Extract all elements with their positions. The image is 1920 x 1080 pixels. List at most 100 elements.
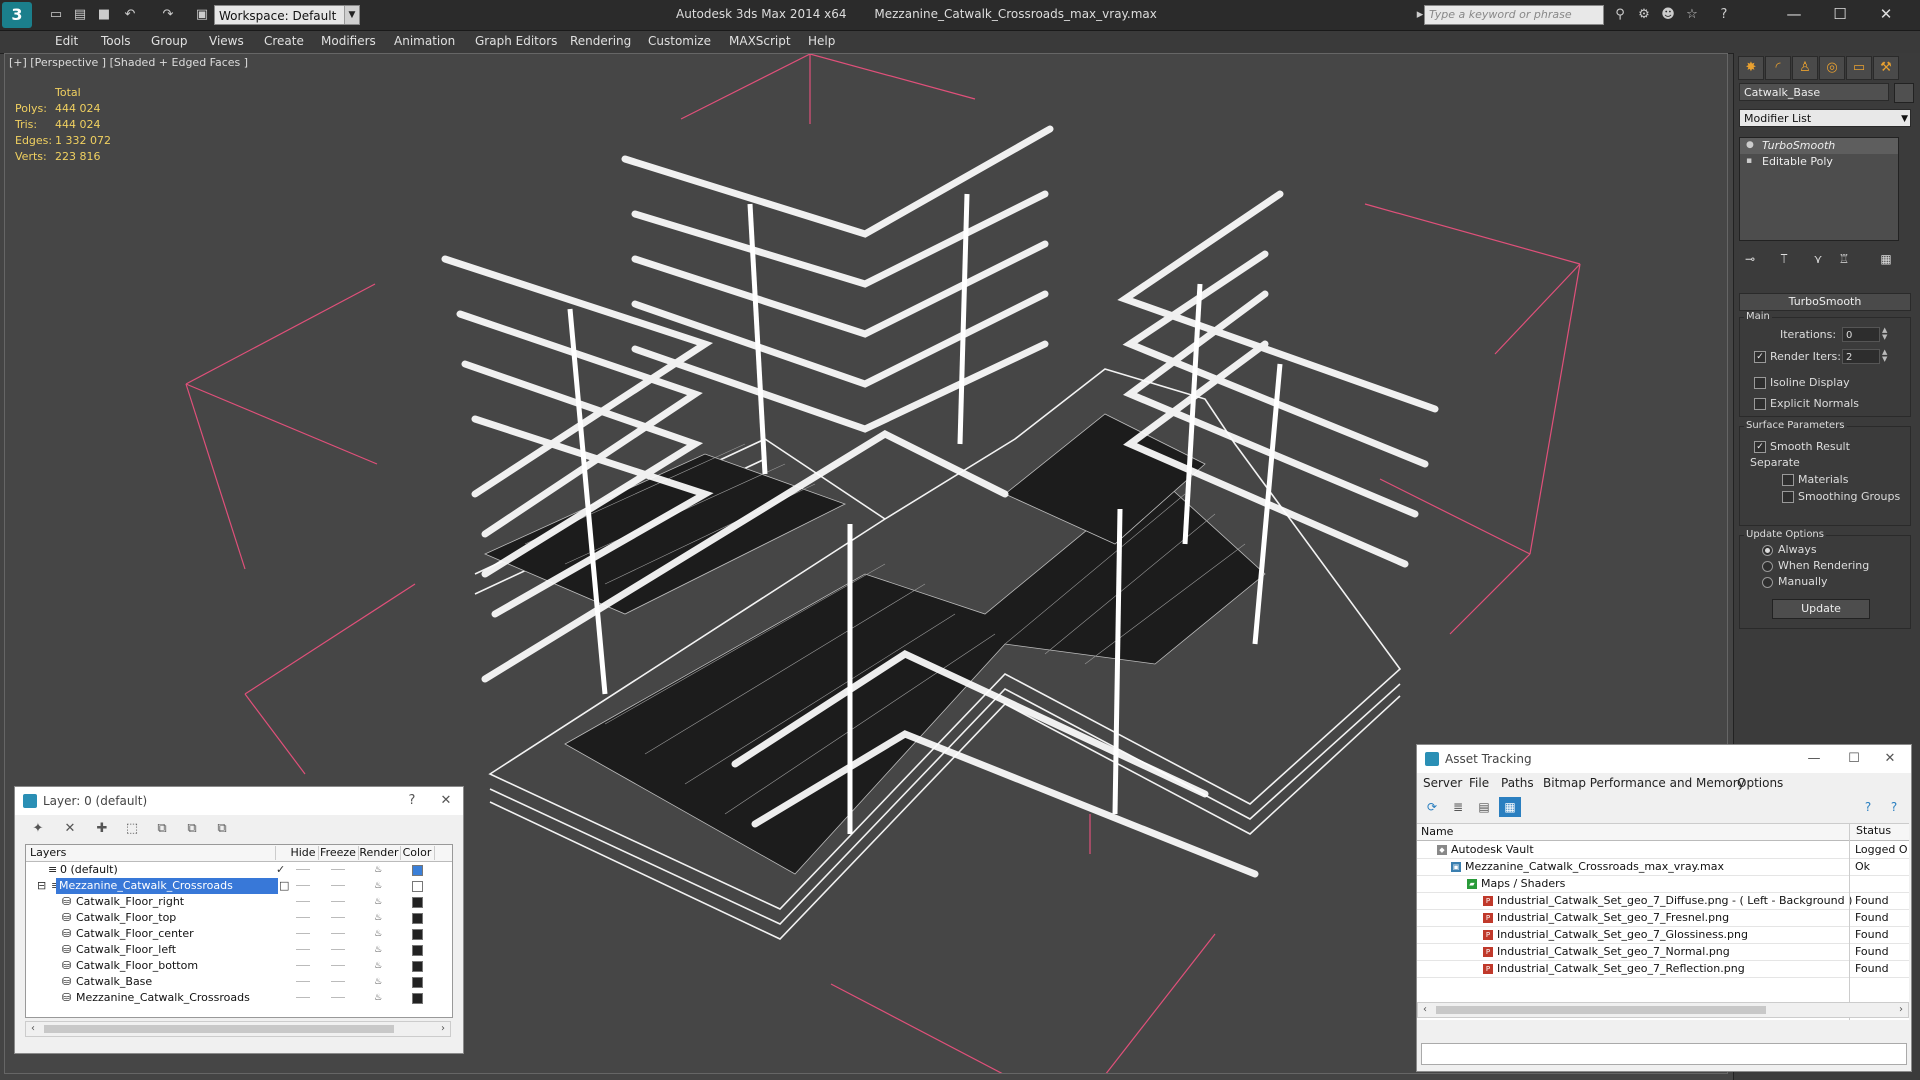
delete-layer-icon[interactable]: ✕ xyxy=(59,819,81,839)
asset-row[interactable]: P Industrial_Catwalk_Set_geo_7_Normal.pn… xyxy=(1417,943,1909,961)
asset-row[interactable]: P Industrial_Catwalk_Set_geo_7_Glossines… xyxy=(1417,926,1909,944)
menu-edit[interactable]: Edit xyxy=(55,34,78,48)
close-button[interactable]: ✕ xyxy=(1873,745,1907,773)
close-button[interactable]: ✕ xyxy=(1863,0,1909,30)
column-name[interactable]: Name xyxy=(1421,825,1453,838)
list-view-icon[interactable]: ≣ xyxy=(1447,797,1469,817)
active-layer-check-icon[interactable]: ✓ xyxy=(276,862,285,878)
column-freeze[interactable]: Freeze xyxy=(318,846,359,860)
settings-icon[interactable]: ? xyxy=(1883,797,1905,817)
object-color-swatch[interactable] xyxy=(412,897,423,908)
menu-customize[interactable]: Customize xyxy=(648,34,711,48)
layer-row[interactable]: ⛁ Mezzanine_Catwalk_Crossroads ♨ xyxy=(26,990,452,1006)
freeze-toggle[interactable] xyxy=(331,949,345,950)
render-teapot-icon[interactable]: ♨ xyxy=(374,977,384,987)
asset-row[interactable]: ▣ Mezzanine_Catwalk_Crossroads_max_vray.… xyxy=(1417,858,1909,876)
render-teapot-icon[interactable]: ♨ xyxy=(374,881,384,891)
asset-menu-server[interactable]: Server xyxy=(1423,776,1462,790)
scroll-left-icon[interactable]: ‹ xyxy=(26,1022,40,1036)
asset-path-field[interactable] xyxy=(1421,1043,1907,1065)
asset-row[interactable]: ◆ Autodesk Vault Logged O xyxy=(1417,841,1909,859)
render-teapot-icon[interactable]: ♨ xyxy=(374,929,384,939)
utilities-tab-icon[interactable]: ⚒ xyxy=(1873,56,1899,80)
detail-view-icon[interactable]: ▤ xyxy=(1473,797,1495,817)
redo-icon[interactable]: ↷ xyxy=(160,7,176,23)
layer-color-swatch[interactable] xyxy=(412,865,423,876)
hide-toggle[interactable] xyxy=(296,933,310,934)
maximize-button[interactable]: ☐ xyxy=(1817,0,1863,30)
column-render[interactable]: Render xyxy=(358,846,401,860)
menu-group[interactable]: Group xyxy=(151,34,188,48)
always-radio[interactable] xyxy=(1762,545,1773,556)
save-file-icon[interactable]: ■ xyxy=(96,7,112,23)
menu-create[interactable]: Create xyxy=(264,34,304,48)
lightbulb-icon[interactable]: ● xyxy=(1746,140,1756,150)
iterations-spinner[interactable]: 0 xyxy=(1842,327,1880,342)
add-to-layer-icon[interactable]: ✚ xyxy=(91,819,113,839)
help-button[interactable]: ? xyxy=(395,787,429,815)
collapse-minus-icon[interactable]: ⊟ xyxy=(34,878,49,894)
menu-maxscript[interactable]: MAXScript xyxy=(729,34,791,48)
menu-modifiers[interactable]: Modifiers xyxy=(321,34,376,48)
asset-menu-options[interactable]: Options xyxy=(1737,776,1783,790)
object-color-swatch[interactable] xyxy=(412,993,423,1004)
layer-row[interactable]: ⛁ Catwalk_Floor_center ♨ xyxy=(26,926,452,942)
configure-sets-icon[interactable]: ▦ xyxy=(1875,249,1897,269)
object-color-swatch[interactable] xyxy=(412,913,423,924)
minimize-button[interactable]: — xyxy=(1771,0,1817,30)
asset-menu-file[interactable]: File xyxy=(1469,776,1489,790)
help-icon[interactable]: ? xyxy=(1716,7,1732,23)
menu-animation[interactable]: Animation xyxy=(394,34,455,48)
column-layers[interactable]: Layers xyxy=(26,846,276,860)
layer-row[interactable]: ⛁ Catwalk_Floor_bottom ♨ xyxy=(26,958,452,974)
show-end-result-icon[interactable]: ⟙ xyxy=(1773,249,1795,269)
freeze-toggle[interactable] xyxy=(331,933,345,934)
help-icon[interactable]: ? xyxy=(1857,797,1879,817)
hide-all-layers-icon[interactable]: ⧉ xyxy=(181,819,203,839)
render-iters-spinner[interactable]: 2 xyxy=(1842,349,1880,364)
user-icon[interactable]: ☻ xyxy=(1660,7,1676,23)
asset-row[interactable]: P Industrial_Catwalk_Set_geo_7_Diffuse.p… xyxy=(1417,892,1909,910)
app-logo-icon[interactable]: 3 xyxy=(2,2,32,28)
scroll-thumb[interactable] xyxy=(44,1025,394,1033)
freeze-toggle[interactable] xyxy=(331,997,345,998)
object-color-swatch[interactable] xyxy=(412,929,423,940)
freeze-toggle[interactable] xyxy=(331,901,345,902)
stack-item-turbosmooth[interactable]: ● TurboSmooth xyxy=(1740,138,1898,154)
menu-views[interactable]: Views xyxy=(209,34,244,48)
new-file-icon[interactable]: ▭ xyxy=(48,7,64,23)
freeze-toggle[interactable] xyxy=(331,917,345,918)
hide-toggle[interactable] xyxy=(296,869,310,870)
hierarchy-tab-icon[interactable]: ♙ xyxy=(1792,56,1818,80)
scroll-thumb[interactable] xyxy=(1436,1006,1766,1014)
layer-row[interactable]: ≡ 0 (default) ✓ ♨ xyxy=(26,862,452,878)
expand-plus-icon[interactable]: ▪ xyxy=(1746,156,1756,166)
asset-row[interactable]: P Industrial_Catwalk_Set_geo_7_Fresnel.p… xyxy=(1417,909,1909,927)
refresh-icon[interactable]: ⟳ xyxy=(1421,797,1443,817)
smooth-result-checkbox[interactable]: ✓ xyxy=(1754,441,1766,453)
freeze-toggle[interactable] xyxy=(331,869,345,870)
hide-toggle[interactable] xyxy=(296,981,310,982)
hide-toggle[interactable] xyxy=(296,885,310,886)
hide-toggle[interactable] xyxy=(296,949,310,950)
select-objects-icon[interactable]: ⬚ xyxy=(121,819,143,839)
update-button[interactable]: Update xyxy=(1772,599,1870,619)
maximize-button[interactable]: ☐ xyxy=(1837,745,1871,773)
pin-stack-icon[interactable]: ⊸ xyxy=(1739,249,1761,269)
render-teapot-icon[interactable]: ♨ xyxy=(374,913,384,923)
hide-toggle[interactable] xyxy=(296,965,310,966)
hide-toggle[interactable] xyxy=(296,997,310,998)
layer-row[interactable]: ⛁ Catwalk_Floor_left ♨ xyxy=(26,942,452,958)
menu-rendering[interactable]: Rendering xyxy=(570,34,631,48)
render-teapot-icon[interactable]: ♨ xyxy=(374,897,384,907)
active-layer-box-icon[interactable]: □ xyxy=(276,878,292,894)
scroll-right-icon[interactable]: › xyxy=(1894,1003,1908,1017)
materials-checkbox[interactable] xyxy=(1782,474,1794,486)
remove-modifier-icon[interactable]: ♖ xyxy=(1833,249,1855,269)
layer-row[interactable]: ⛁ Catwalk_Floor_top ♨ xyxy=(26,910,452,926)
open-file-icon[interactable]: ▤ xyxy=(72,7,88,23)
column-color[interactable]: Color xyxy=(400,846,435,860)
communication-center-icon[interactable]: ⚙ xyxy=(1636,7,1652,23)
viewport-label[interactable]: [+] [Perspective ] [Shaded + Edged Faces… xyxy=(9,56,248,69)
asset-row[interactable]: P Industrial_Catwalk_Set_geo_7_Reflectio… xyxy=(1417,960,1909,978)
